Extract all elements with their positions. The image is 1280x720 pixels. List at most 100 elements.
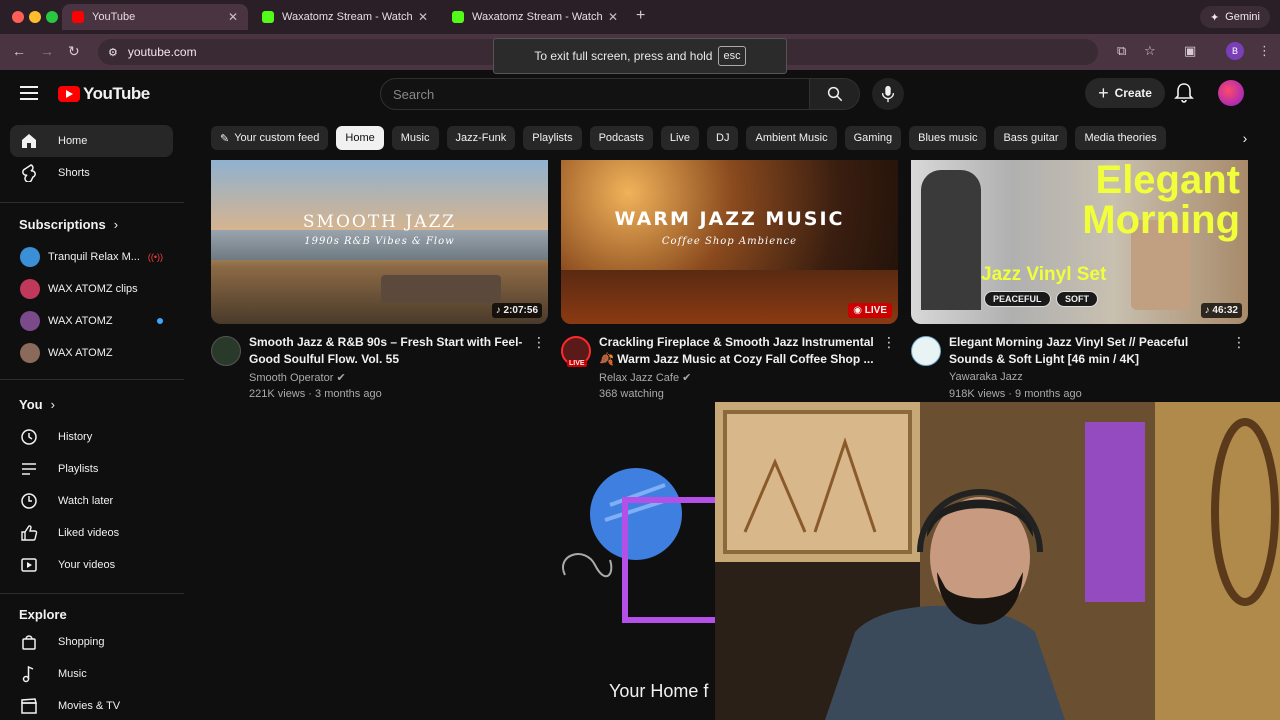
clock-icon [20,492,38,510]
sidebar-item-home[interactable]: Home [10,125,173,157]
minimize-window-button[interactable] [29,11,41,23]
search-button[interactable] [810,78,860,110]
close-tab-icon[interactable]: ✕ [608,10,618,24]
more-options-icon[interactable]: ⋮ [1232,334,1246,351]
video-thumbnail[interactable]: SMOOTH JAZZ 1990s R&B Vibes & Flow ♪ 2:0… [211,160,548,324]
thumbnail-tag: PEACEFUL [984,291,1051,307]
channel-name: WAX ATOMZ clips [48,283,138,295]
video-card[interactable]: WARM JAZZ MUSIC Coffee Shop Ambience ◉ L… [561,160,898,404]
video-thumbnail[interactable]: WARM JAZZ MUSIC Coffee Shop Ambience ◉ L… [561,160,898,324]
notifications-bell-icon[interactable] [1174,82,1194,104]
sidebar-item-label: Watch later [58,495,114,507]
back-arrow-icon[interactable]: ← [12,43,26,59]
sidebar-item-shorts[interactable]: Shorts [10,157,173,189]
chip-jazz-funk[interactable]: Jazz-Funk [446,126,516,150]
kick-favicon-icon [262,11,274,23]
video-card[interactable]: SMOOTH JAZZ 1990s R&B Vibes & Flow ♪ 2:0… [211,160,548,404]
video-title[interactable]: Elegant Morning Jazz Vinyl Set // Peacef… [949,334,1234,368]
account-avatar[interactable] [1218,80,1244,106]
browser-menu-icon[interactable]: ⋮ [1258,43,1271,59]
sidebar-item-label: Liked videos [58,527,120,539]
tab-title: Waxatomz Stream - Watch Li [282,11,414,23]
youtube-logo[interactable]: YouTube [58,84,150,104]
browser-tab-youtube[interactable]: YouTube ✕ [62,4,248,30]
sidebar-item-liked-videos[interactable]: Liked videos [10,517,173,549]
sidebar-item-subscription[interactable]: WAX ATOMZ [10,337,173,369]
chip-live[interactable]: Live [660,126,700,150]
site-settings-icon[interactable]: ⚙ [108,46,118,59]
home-feed-illustration [562,468,720,623]
webcam-overlay [715,402,1280,720]
chip-ambient-music[interactable]: Ambient Music [746,126,837,150]
sidebar-item-subscription[interactable]: WAX ATOMZ clips [10,273,173,305]
chip-your-custom-feed[interactable]: ✎ Your custom feed [211,126,329,150]
chip-playlists[interactable]: Playlists [523,126,582,150]
youtube-favicon-icon [72,11,84,23]
subscriptions-heading[interactable]: Subscriptions › [19,217,118,232]
voice-search-button[interactable] [872,78,904,110]
gemini-button[interactable]: ✦ Gemini [1199,6,1270,28]
channel-name[interactable]: Smooth Operator ✔ [249,371,346,384]
side-panel-icon[interactable]: ▣ [1184,43,1196,59]
chip-podcasts[interactable]: Podcasts [589,126,653,150]
bookmark-star-icon[interactable]: ☆ [1144,43,1156,59]
browser-tab-waxatomz-1[interactable]: Waxatomz Stream - Watch Li ✕ [252,4,438,30]
chip-bass-guitar[interactable]: Bass guitar [994,126,1068,150]
sidebar-item-subscription[interactable]: WAX ATOMZ [10,305,173,337]
forward-arrow-icon[interactable]: → [40,43,54,59]
hamburger-menu-icon[interactable] [20,86,38,104]
channel-avatar[interactable] [911,336,941,366]
explore-heading: Explore [19,607,67,622]
video-stats: 221K views · 3 months ago [249,388,382,400]
sidebar-item-your-videos[interactable]: Your videos [10,549,173,581]
sidebar-item-watch-later[interactable]: Watch later [10,485,173,517]
browser-profile-avatar[interactable]: B [1226,42,1244,60]
browser-tab-bar: YouTube ✕ Waxatomz Stream - Watch Li ✕ W… [0,0,1280,34]
live-text: LIVE [864,305,887,316]
close-tab-icon[interactable]: ✕ [418,10,428,24]
sidebar-item-label: Shorts [58,167,90,179]
new-tab-button[interactable]: + [636,7,645,25]
channel-name: WAX ATOMZ [48,315,113,327]
video-meta: Smooth Jazz & R&B 90s – Fresh Start with… [211,334,548,404]
video-title[interactable]: Crackling Fireplace & Smooth Jazz Instru… [599,334,884,368]
search-input[interactable]: Search [380,78,810,110]
chip-home[interactable]: Home [336,126,384,150]
video-card[interactable]: Elegant Morning Jazz Vinyl Set PEACEFUL … [911,160,1248,404]
live-badge: ◉ LIVE [848,303,892,318]
chip-music[interactable]: Music [391,126,439,150]
you-heading[interactable]: You › [19,397,55,412]
sidebar-item-music[interactable]: Music [10,658,173,690]
chip-blues-music[interactable]: Blues music [909,126,987,150]
video-thumbnail[interactable]: Elegant Morning Jazz Vinyl Set PEACEFUL … [911,160,1248,324]
music-note-icon [20,665,38,683]
sidebar-item-subscription[interactable]: Tranquil Relax M... ((•)) [10,241,173,273]
video-title[interactable]: Smooth Jazz & R&B 90s – Fresh Start with… [249,334,534,368]
sidebar-item-history[interactable]: History [10,421,173,453]
close-window-button[interactable] [12,11,24,23]
chip-dj[interactable]: DJ [707,126,739,150]
channel-avatar[interactable] [211,336,241,366]
browser-tab-waxatomz-2[interactable]: Waxatomz Stream - Watch Li ✕ [442,4,628,30]
create-button[interactable]: + Create [1085,78,1165,108]
sidebar-item-movies-tv[interactable]: Movies & TV [10,690,173,720]
sidebar-divider [0,202,184,203]
chip-gaming[interactable]: Gaming [844,126,902,150]
more-options-icon[interactable]: ⋮ [532,334,546,351]
your-videos-icon [20,556,38,574]
more-options-icon[interactable]: ⋮ [882,334,896,351]
sidebar-item-playlists[interactable]: Playlists [10,453,173,485]
sidebar-divider [0,379,184,380]
sidebar-item-shopping[interactable]: Shopping [10,626,173,658]
zoom-window-button[interactable] [46,11,58,23]
chip-media-theories[interactable]: Media theories [1075,126,1166,150]
chips-next-chevron-icon[interactable]: › [1232,126,1258,150]
youtube-header: YouTube Search + Create [0,70,1280,120]
gemini-label: Gemini [1225,11,1260,23]
channel-name[interactable]: Relax Jazz Cafe ✔ [599,371,691,384]
install-app-icon[interactable]: ⧉ [1117,43,1126,59]
reload-icon[interactable]: ↻ [68,43,80,60]
channel-name[interactable]: Yawaraka Jazz [949,371,1023,383]
close-tab-icon[interactable]: ✕ [228,10,238,24]
duration-text: 46:32 [1212,305,1238,316]
